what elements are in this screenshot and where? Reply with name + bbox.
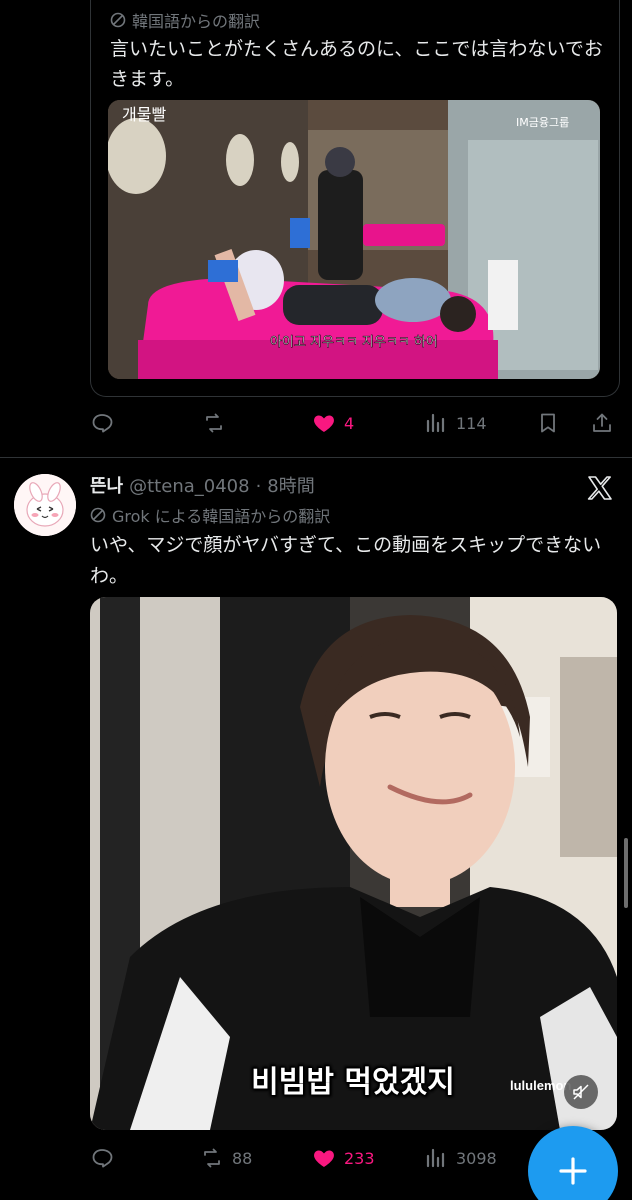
avatar[interactable]: [14, 474, 76, 536]
display-name[interactable]: 뜬나: [90, 472, 123, 498]
video-frame-massage-room: 개물빨 IM금융그룹 아이고 지우ㅋㅋ 지우ㅋㅋ 하어: [108, 100, 600, 379]
video-logo-text: 개물빨: [122, 105, 166, 124]
translate-icon: [90, 507, 106, 523]
retweet-count: 88: [232, 1148, 253, 1168]
views-count: 114: [456, 413, 487, 433]
timestamp[interactable]: 8時間: [267, 472, 314, 498]
translation-label[interactable]: Grok による韓国語からの翻訳: [90, 503, 330, 527]
tweet-1-actions: 4 114: [0, 403, 632, 443]
translation-text: 韓国語からの翻訳: [132, 12, 261, 31]
video-subtitle: 비빔밥 먹었겠지: [251, 1065, 455, 1100]
avatar-bunny-image: [14, 474, 76, 536]
tweet-video[interactable]: lululemon 비빔밥 먹었겠지: [90, 597, 617, 1130]
reply-button[interactable]: [90, 1146, 122, 1170]
brand-text: lululemon: [510, 1078, 571, 1093]
tweet-text: 言いたいことがたくさんあるのに、ここでは言わないでおきます。: [110, 38, 603, 90]
like-button[interactable]: 233: [312, 1146, 375, 1170]
bookmark-icon: [541, 413, 555, 433]
tweet-1[interactable]: 韓国語からの翻訳 言いたいことがたくさんあるのに、ここでは言わないでおきます。: [0, 0, 632, 457]
bookmark-button[interactable]: [536, 411, 560, 435]
video-watermark: IM금융그룹: [516, 116, 569, 129]
views-button[interactable]: 3098: [424, 1146, 497, 1170]
tweet-text: いや、マジで顔がヤバすぎて、この動画をスキップできないわ。: [90, 534, 602, 587]
retweet-button[interactable]: [202, 411, 234, 435]
reply-button[interactable]: [90, 411, 122, 435]
heart-icon: [314, 1150, 334, 1167]
tweet-header: 뜬나 @ttena_0408 · 8時間: [90, 472, 315, 498]
share-button[interactable]: [590, 411, 614, 435]
reply-icon: [92, 1149, 113, 1168]
x-logo-icon[interactable]: [586, 474, 614, 502]
like-count: 4: [344, 413, 355, 433]
heart-icon: [314, 415, 334, 432]
views-button[interactable]: 114: [424, 411, 487, 435]
retweet-icon: [204, 1148, 220, 1168]
views-count: 3098: [456, 1148, 497, 1168]
retweet-icon: [206, 413, 222, 433]
translation-text: Grok による韓国語からの翻訳: [112, 507, 331, 526]
separator-dot: ·: [255, 476, 262, 497]
mute-button[interactable]: [564, 1075, 598, 1109]
like-count: 233: [344, 1148, 375, 1168]
retweet-button[interactable]: 88: [200, 1146, 252, 1170]
share-icon: [593, 413, 611, 432]
video-frame-portrait: lululemon 비빔밥 먹었겠지: [90, 597, 617, 1130]
translation-label[interactable]: 韓国語からの翻訳: [110, 8, 260, 32]
user-handle[interactable]: @ttena_0408: [129, 476, 249, 497]
tweet-video[interactable]: 개물빨 IM금융그룹 아이고 지우ㅋㅋ 지우ㅋㅋ 하어: [108, 100, 600, 379]
views-icon: [426, 1148, 445, 1168]
video-subtitle: 아이고 지우ㅋㅋ 지우ㅋㅋ 하어: [270, 335, 438, 350]
mute-icon: [573, 1084, 589, 1100]
scrollbar[interactable]: [624, 838, 628, 908]
like-button[interactable]: 4: [312, 411, 354, 435]
compose-plus-icon: [559, 1157, 587, 1185]
translate-icon: [110, 12, 126, 28]
tweet-divider: [0, 457, 632, 458]
reply-icon: [92, 414, 113, 433]
views-icon: [426, 413, 445, 433]
